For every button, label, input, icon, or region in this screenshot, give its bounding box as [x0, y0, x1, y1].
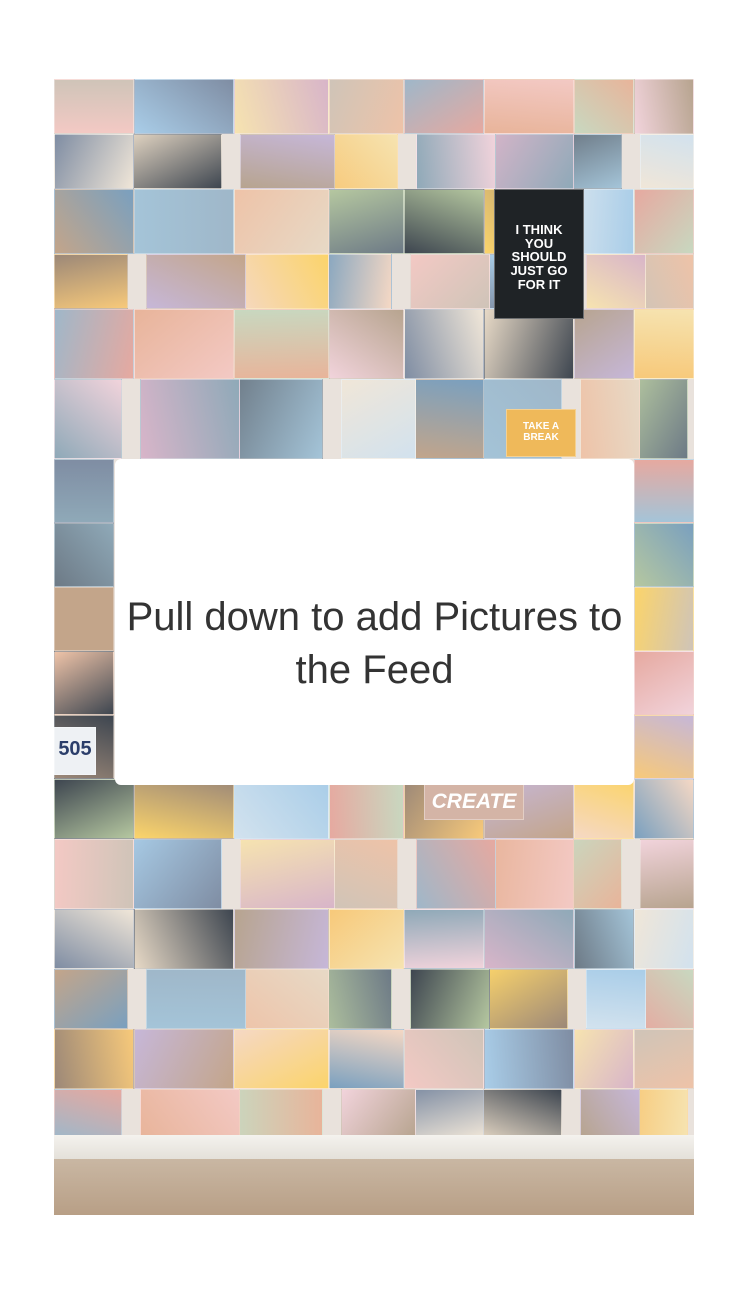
- collage-photo-tile: [586, 969, 646, 1029]
- collage-photo-tile: [634, 651, 694, 715]
- collage-photo-tile: [484, 309, 574, 379]
- collage-photo-tile: [329, 779, 404, 839]
- collage-photo-tile: [472, 1089, 562, 1139]
- collage-photo-tile: [54, 309, 134, 379]
- collage-photo-tile: [634, 523, 694, 587]
- collage-photo-tile: [54, 839, 134, 909]
- collage-photo-tile: [410, 969, 490, 1029]
- collage-photo-tile: [234, 79, 329, 134]
- collage-photo-tile: [54, 969, 128, 1029]
- collage-photo-tile: [234, 189, 329, 254]
- collage-photo-tile: [416, 134, 496, 189]
- collage-photo-tile: [54, 1029, 134, 1089]
- collage-photo-tile: [484, 909, 574, 969]
- collage-photo-tile: [634, 1029, 694, 1089]
- empty-feed-message: Pull down to add Pictures to the Feed: [126, 595, 623, 692]
- collage-photo-tile: [140, 1089, 240, 1139]
- collage-photo-tile: [329, 79, 404, 134]
- collage-photo-tile: [234, 254, 329, 309]
- collage-photo-tile: [634, 79, 694, 134]
- collage-photo-tile: [54, 189, 134, 254]
- collage-photo-tile: [404, 189, 484, 254]
- collage-photo-tile: [404, 1089, 484, 1139]
- collage-photo-tile: [416, 839, 496, 909]
- collage-photo-tile: [240, 839, 335, 909]
- collage-photo-tile: [341, 1089, 416, 1139]
- collage-photo-tile: [640, 839, 694, 909]
- collage-photo-tile: [54, 459, 114, 523]
- collage-photo-tile: [329, 1029, 404, 1089]
- collage-photo-tile: [140, 379, 240, 459]
- collage-photo-tile: [574, 779, 634, 839]
- collage-photo-tile: [580, 1089, 640, 1139]
- collage-photo-tile: [404, 379, 484, 459]
- collage-photo-tile: [54, 79, 134, 134]
- collage-photo-tile: [586, 254, 646, 309]
- collage-photo-tile: [484, 839, 574, 909]
- empty-feed-card: Pull down to add Pictures to the Feed: [115, 459, 634, 785]
- collage-photo-tile: [329, 909, 404, 969]
- collage-photo-tile: [341, 379, 416, 459]
- wall-ledge: [54, 1135, 694, 1161]
- collage-photo-tile: [134, 189, 234, 254]
- collage-photo-tile: [146, 254, 246, 309]
- create-poster-text: CREATE: [431, 790, 517, 813]
- collage-photo-tile: [640, 134, 694, 189]
- collage-photo-tile: [234, 779, 329, 839]
- collage-photo-tile: [404, 79, 484, 134]
- collage-photo-tile: [234, 309, 329, 379]
- collage-photo-tile: [54, 909, 134, 969]
- collage-photo-tile: [634, 715, 694, 779]
- collage-photo-tile: [634, 459, 694, 523]
- collage-photo-tile: [134, 309, 234, 379]
- collage-photo-tile: [634, 779, 694, 839]
- collage-photo-tile: [478, 969, 568, 1029]
- collage-photo-tile: [574, 1029, 634, 1089]
- sidewalk: [54, 1159, 694, 1215]
- collage-photo-tile: [54, 523, 114, 587]
- collage-photo-tile: [54, 651, 114, 715]
- collage-photo-tile: [404, 1029, 484, 1089]
- collage-photo-tile: [54, 587, 114, 651]
- collage-photo-tile: [54, 1089, 122, 1139]
- plate-number-text: 505: [58, 738, 92, 760]
- collage-photo-tile: [329, 309, 404, 379]
- collage-photo-tile: [134, 779, 234, 839]
- collage-photo-tile: [122, 839, 222, 909]
- collage-photo-tile: [122, 134, 222, 189]
- collage-photo-tile: [574, 309, 634, 379]
- collage-photo-tile: [574, 79, 634, 134]
- collage-photo-tile: [634, 587, 694, 651]
- collage-photo-tile: [134, 79, 234, 134]
- break-poster-text: TAKE A BREAK: [522, 421, 560, 443]
- collage-photo-tile: [54, 254, 128, 309]
- collage-photo-tile: [234, 1029, 329, 1089]
- collage-photo-tile: [54, 134, 134, 189]
- collage-photo-tile: [484, 79, 574, 134]
- collage-photo-tile: [404, 909, 484, 969]
- collage-photo-tile: [634, 189, 694, 254]
- collage-photo-tile: [240, 134, 335, 189]
- collage-photo-tile: [634, 909, 694, 969]
- collage-photo-tile: [484, 134, 574, 189]
- collage-photo-tile: [329, 189, 404, 254]
- should-poster-text: I THINK YOU SHOULD JUST GO FOR IT: [510, 222, 568, 292]
- collage-photo-tile: [410, 254, 490, 309]
- collage-photo-tile: [228, 1089, 323, 1139]
- collage-photo-tile: [146, 969, 246, 1029]
- collage-photo-tile: [228, 379, 323, 459]
- collage-photo-tile: [234, 969, 329, 1029]
- collage-photo-tile: [134, 909, 234, 969]
- collage-photo-tile: [580, 379, 640, 459]
- collage-photo-tile: [484, 1029, 574, 1089]
- feed-screen: I THINK YOU SHOULD JUST GO FOR IT CREATE…: [0, 0, 748, 1294]
- collage-photo-tile: [234, 909, 329, 969]
- collage-photo-tile: [54, 379, 122, 459]
- collage-photo-tile: [134, 1029, 234, 1089]
- collage-photo-tile: [634, 309, 694, 379]
- collage-photo-tile: [574, 909, 634, 969]
- collage-photo-tile: [404, 309, 484, 379]
- collage-photo-tile: [54, 779, 134, 839]
